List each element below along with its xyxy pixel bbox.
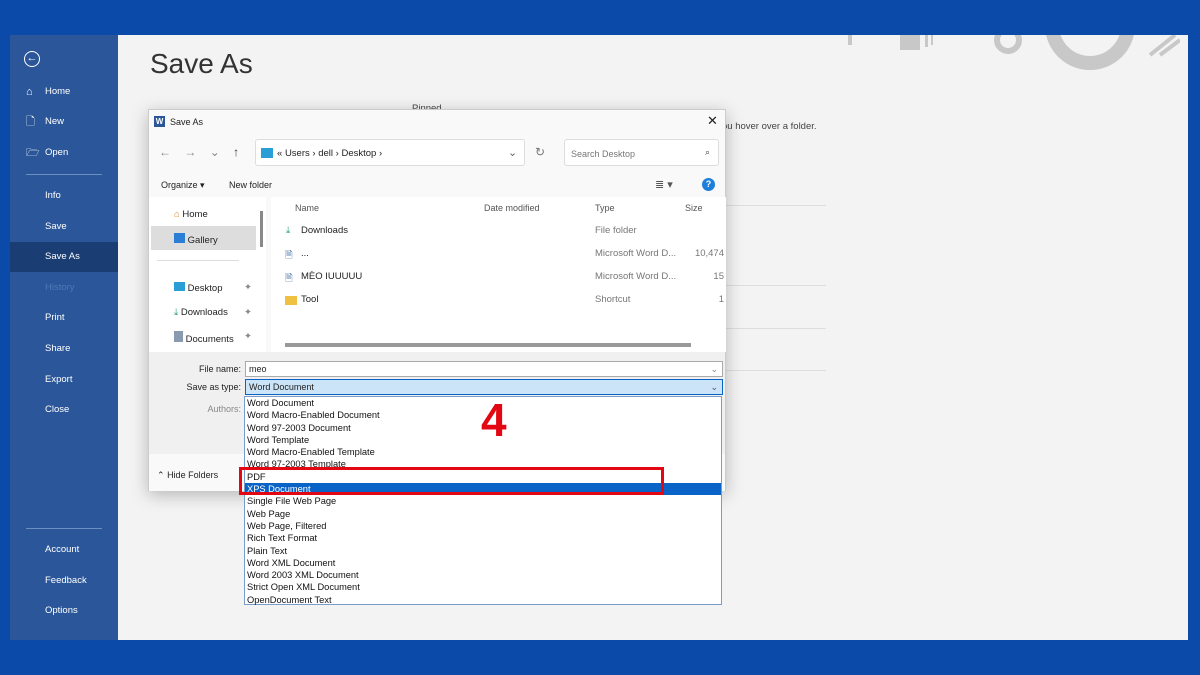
back-icon[interactable]: ← (159, 145, 171, 159)
breadcrumb: « Users › dell › Desktop › (277, 148, 383, 159)
nav-divider (157, 260, 239, 261)
search-icon: ⌕ (704, 147, 710, 157)
organize-button[interactable]: Organize ▾ (161, 180, 205, 191)
type-option[interactable]: Rich Text Format (245, 532, 721, 544)
chevron-down-icon: ⌄ (710, 364, 718, 374)
sidebar-item-export[interactable]: Export (10, 365, 118, 395)
nav-item-desktop[interactable]: Desktop ✦ (174, 282, 252, 294)
chevron-down-icon: ⌄ (710, 382, 718, 392)
sidebar-item-history: History (45, 282, 75, 293)
type-option[interactable]: Word Macro-Enabled Template (245, 446, 721, 458)
home-icon: ⌂ (174, 209, 180, 220)
type-option[interactable]: Word XML Document (245, 557, 721, 569)
file-row[interactable]: ⤓ Downloads File folder (271, 221, 726, 241)
column-header-name[interactable]: Name (295, 203, 319, 213)
shortcut-folder-icon (285, 296, 297, 305)
navigation-pane: ⌂ Home Gallery Desktop ✦ ⤓ Downloads ✦ Doc… (149, 197, 266, 352)
address-bar[interactable]: « Users › dell › Desktop › ⌄ (255, 139, 525, 166)
pinned-hint: ou hover over a folder. (722, 121, 817, 132)
nav-buttons: ← → ⌄ ↑ (159, 145, 239, 159)
dialog-title: Save As (170, 117, 204, 127)
sidebar-item-print[interactable]: Print (10, 303, 118, 333)
chevron-up-icon: ⌃ (157, 470, 165, 480)
horizontal-scrollbar[interactable] (285, 343, 691, 347)
pin-icon[interactable]: ✦ (244, 307, 252, 318)
sidebar-item-feedback[interactable]: Feedback (10, 566, 118, 596)
new-folder-button[interactable]: New folder (229, 180, 272, 190)
address-dropdown-icon[interactable]: ⌄ (508, 146, 517, 159)
type-option[interactable]: Web Page, Filtered (245, 520, 721, 532)
decorative-pattern (848, 35, 1180, 70)
highlight-box (239, 467, 664, 495)
nav-item-downloads[interactable]: ⤓ Downloads ✦ (174, 307, 252, 318)
file-row[interactable]: 🗎... Microsoft Word D... 10,474 (271, 244, 726, 264)
sidebar-item-info[interactable]: Info (10, 181, 118, 211)
file-row[interactable]: 🗎 MÈO IUUUUU Microsoft Word D... 15 (271, 267, 726, 287)
recent-chevron-icon[interactable]: ⌄ (210, 145, 220, 159)
gallery-icon (174, 233, 185, 243)
download-icon: ⤓ (174, 307, 179, 318)
folder-open-icon: 🗁 (26, 147, 40, 159)
home-icon: ⌂ (26, 86, 33, 98)
backstage-sidebar: ← ⌂ Home 🗋 New 🗁 Open Info Save Save As His… (10, 35, 118, 640)
sidebar-divider (26, 174, 102, 175)
help-icon[interactable]: ? (702, 178, 715, 191)
nav-item-documents[interactable]: Documents ✦ (174, 331, 252, 345)
sidebar-item-save[interactable]: Save (10, 212, 118, 242)
desktop-icon (261, 148, 273, 158)
sidebar-item-share[interactable]: Share (10, 334, 118, 364)
close-icon[interactable]: ✕ (707, 113, 718, 129)
sidebar-item-home[interactable]: ⌂ Home (10, 77, 118, 107)
page-title: Save As (150, 48, 253, 79)
type-option[interactable]: Plain Text (245, 545, 721, 557)
word-app-icon: W (154, 116, 165, 127)
type-option[interactable]: Word 2003 XML Document (245, 569, 721, 581)
sidebar-divider (26, 528, 102, 529)
hide-folders-button[interactable]: ⌃ Hide Folders (157, 470, 218, 481)
pin-icon[interactable]: ✦ (244, 331, 252, 342)
authors-label: Authors: (207, 404, 241, 414)
view-options-icon[interactable]: ≣ ▾ (655, 178, 673, 191)
nav-item-home[interactable]: ⌂ Home (174, 209, 208, 220)
new-file-icon: 🗋 (26, 116, 35, 128)
documents-icon (174, 331, 183, 342)
pin-icon[interactable]: ✦ (244, 282, 252, 293)
download-icon: ⤓ (286, 225, 291, 236)
nav-scrollbar[interactable] (260, 211, 263, 247)
word-file-icon: 🗎 (285, 273, 293, 284)
word-file-icon: 🗎 (285, 250, 293, 261)
back-arrow-icon[interactable]: ← (24, 51, 40, 67)
sidebar-item-new[interactable]: 🗋 New (10, 107, 118, 137)
step-number: 4 (481, 394, 507, 446)
sidebar-item-options[interactable]: Options (10, 596, 118, 626)
save-as-type-label: Save as type: (186, 382, 241, 392)
column-header-type[interactable]: Type (595, 203, 615, 213)
file-list: Name Date modified Type Size ⤓ Downloads F… (271, 197, 726, 352)
sidebar-item-close[interactable]: Close (10, 395, 118, 425)
file-name-label: File name: (198, 364, 241, 374)
search-input[interactable]: Search Desktop ⌕ (564, 139, 719, 166)
type-option[interactable]: Single File Web Page (245, 495, 721, 507)
file-row[interactable]: Tool Shortcut 1 (271, 290, 726, 310)
nav-item-gallery[interactable]: Gallery (174, 233, 218, 246)
sidebar-item-account[interactable]: Account (10, 535, 118, 565)
forward-icon[interactable]: → (184, 145, 196, 159)
sidebar-item-save-as[interactable]: Save As (10, 242, 118, 272)
type-option[interactable]: Web Page (245, 508, 721, 520)
column-header-date[interactable]: Date modified (484, 203, 540, 213)
refresh-icon[interactable]: ↻ (535, 145, 545, 159)
up-icon[interactable]: ↑ (233, 145, 239, 159)
type-option[interactable]: OpenDocument Text (245, 594, 721, 606)
sidebar-item-open[interactable]: 🗁 Open (10, 138, 118, 168)
file-name-input[interactable]: meo ⌄ (245, 361, 723, 377)
desktop-icon (174, 282, 185, 291)
type-option[interactable]: Strict Open XML Document (245, 581, 721, 593)
column-header-size[interactable]: Size (685, 203, 703, 213)
